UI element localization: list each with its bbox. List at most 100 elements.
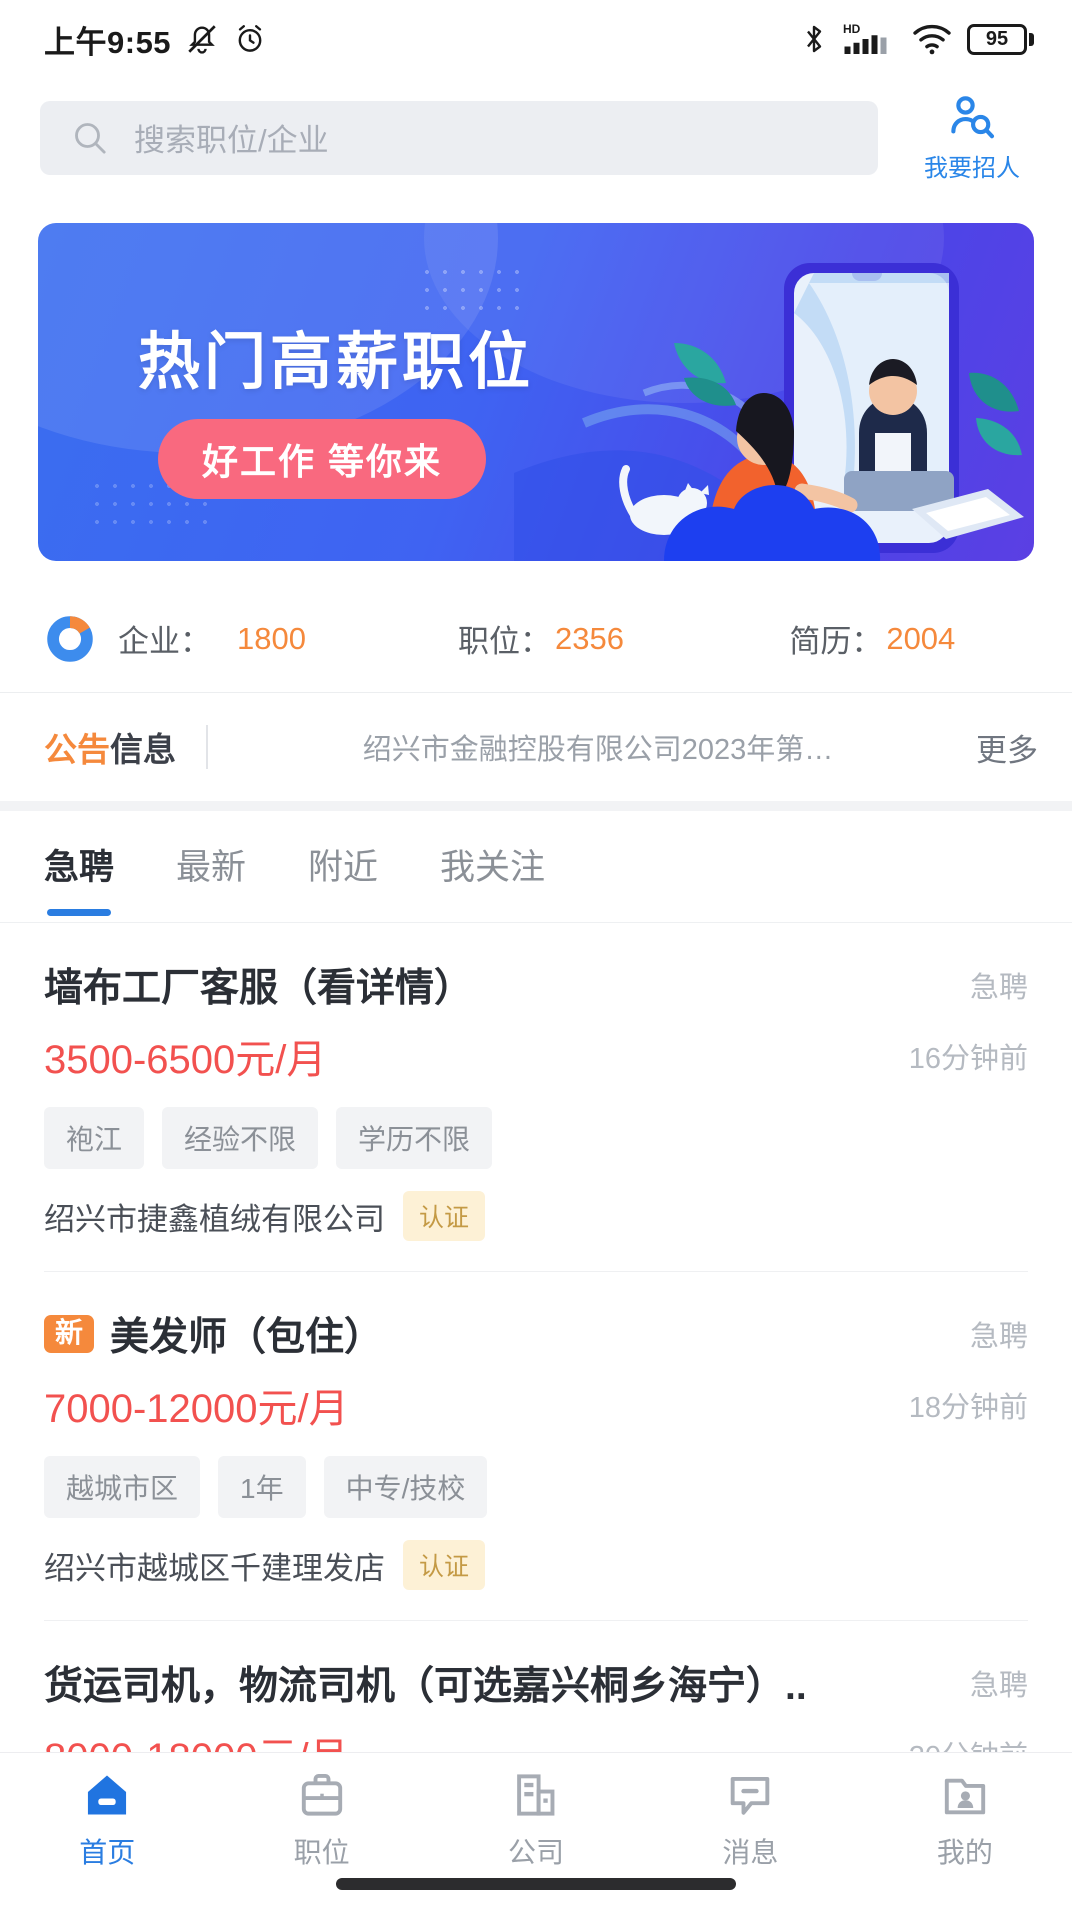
- banner-cta-pill[interactable]: 好工作 等你来: [158, 419, 486, 499]
- tab-latest-label: 最新: [176, 839, 246, 890]
- tab-following-label: 我关注: [440, 839, 545, 890]
- signal-icon: HD: [843, 21, 897, 57]
- tab-latest[interactable]: 最新: [176, 811, 246, 922]
- app-screen: 上午9:55 HD: [0, 0, 1072, 1912]
- job-tag: 1年: [218, 1456, 306, 1518]
- search-header: 搜索职位/企业 我要招人: [0, 78, 1072, 209]
- stat-jobs-value: 2356: [555, 621, 624, 657]
- announcement-text[interactable]: 绍兴市金融控股有限公司2023年第…: [238, 726, 958, 768]
- nav-item-home[interactable]: 首页: [0, 1769, 214, 1871]
- stat-resumes-label: 简历：: [789, 616, 882, 661]
- building-icon: [509, 1769, 563, 1821]
- nav-item-jobs[interactable]: 职位: [214, 1769, 428, 1871]
- svg-text:HD: HD: [843, 22, 861, 36]
- job-company: 绍兴市越城区千建理发店: [44, 1543, 385, 1588]
- bottom-nav: 首页 职位 公司 消息: [0, 1752, 1072, 1912]
- job-title: 墙布工厂客服（看详情）: [44, 957, 473, 1013]
- job-tag: 袍江: [44, 1107, 144, 1169]
- status-bar: 上午9:55 HD: [0, 0, 1072, 78]
- job-tags: 越城市区 1年 中专/技校: [44, 1456, 1028, 1518]
- status-time: 上午9:55: [44, 17, 171, 62]
- bluetooth-icon: [799, 21, 829, 57]
- recruit-label: 我要招人: [924, 148, 1020, 183]
- job-card[interactable]: 新 美发师（包住） 急聘 7000-12000元/月 18分钟前 越城市区 1年…: [44, 1272, 1028, 1621]
- stat-companies: 企业： 1800: [44, 613, 375, 665]
- home-icon: [80, 1769, 134, 1821]
- job-urgent-flag: 急聘: [970, 1313, 1028, 1355]
- search-icon: [70, 118, 110, 158]
- job-title-wrap: 墙布工厂客服（看详情）: [44, 957, 956, 1013]
- banner-cta-label: 好工作 等你来: [202, 441, 442, 482]
- tab-following[interactable]: 我关注: [440, 811, 545, 922]
- nav-label-messages: 消息: [722, 1831, 778, 1871]
- job-title-row: 货运司机，物流司机（可选嘉兴桐乡海宁）.. 急聘: [44, 1655, 1028, 1711]
- job-tag: 越城市区: [44, 1456, 200, 1518]
- nav-label-home: 首页: [79, 1831, 135, 1871]
- job-title-wrap: 新 美发师（包住）: [44, 1306, 956, 1362]
- job-tag: 经验不限: [162, 1107, 318, 1169]
- job-title-row: 墙布工厂客服（看详情） 急聘: [44, 957, 1028, 1013]
- job-post-time: 16分钟前: [909, 1035, 1028, 1077]
- stat-resumes: 简历：2004: [707, 616, 1038, 661]
- job-salary-row: 7000-12000元/月 18分钟前: [44, 1376, 1028, 1434]
- stat-jobs-label: 职位：: [458, 616, 551, 661]
- verified-badge: 认证: [403, 1191, 485, 1241]
- job-card[interactable]: 墙布工厂客服（看详情） 急聘 3500-6500元/月 16分钟前 袍江 经验不…: [44, 923, 1028, 1272]
- job-tag: 中专/技校: [324, 1456, 488, 1518]
- mute-icon: [185, 22, 219, 56]
- announcement-tag: 公告信息: [44, 723, 176, 771]
- job-title-row: 新 美发师（包住） 急聘: [44, 1306, 1028, 1362]
- chat-icon: [723, 1769, 777, 1821]
- job-urgent-flag: 急聘: [970, 964, 1028, 1006]
- banner-dot-grid-top: [418, 263, 528, 317]
- job-title-wrap: 货运司机，物流司机（可选嘉兴桐乡海宁）..: [44, 1655, 956, 1711]
- nav-label-jobs: 职位: [294, 1831, 350, 1871]
- nav-item-profile[interactable]: 我的: [858, 1769, 1072, 1871]
- banner-title: 热门高薪职位: [138, 311, 534, 401]
- job-tabs: 急聘 最新 附近 我关注: [0, 811, 1072, 923]
- tab-nearby[interactable]: 附近: [308, 811, 378, 922]
- stats-row: 企业： 1800 职位：2356 简历：2004: [0, 585, 1072, 693]
- battery-icon: 95: [967, 24, 1034, 55]
- recruit-button[interactable]: 我要招人: [902, 92, 1042, 183]
- search-input[interactable]: 搜索职位/企业: [40, 101, 878, 175]
- tab-urgent[interactable]: 急聘: [44, 811, 114, 922]
- announcement-bar: 公告信息 绍兴市金融控股有限公司2023年第… 更多: [0, 693, 1072, 811]
- profile-icon: [938, 1769, 992, 1821]
- alarm-icon: [233, 22, 267, 56]
- promo-banner[interactable]: 热门高薪职位 好工作 等你来: [38, 223, 1034, 561]
- job-salary-row: 3500-6500元/月 16分钟前: [44, 1027, 1028, 1085]
- job-urgent-flag: 急聘: [970, 1662, 1028, 1704]
- job-company-row: 绍兴市越城区千建理发店 认证: [44, 1540, 1028, 1590]
- tab-urgent-label: 急聘: [44, 839, 114, 890]
- announcement-more-link[interactable]: 更多: [976, 725, 1038, 770]
- search-placeholder: 搜索职位/企业: [134, 115, 329, 160]
- job-post-time: 18分钟前: [909, 1384, 1028, 1426]
- stat-jobs: 职位：2356: [375, 616, 706, 661]
- stat-resumes-value: 2004: [886, 621, 955, 657]
- verified-badge: 认证: [403, 1540, 485, 1590]
- wifi-icon: [911, 22, 953, 56]
- nav-item-messages[interactable]: 消息: [643, 1769, 857, 1871]
- announcement-tag-rest: 信息: [110, 731, 176, 768]
- battery-percent: 95: [986, 28, 1008, 51]
- job-tags: 袍江 经验不限 学历不限: [44, 1107, 1028, 1169]
- tab-nearby-label: 附近: [308, 839, 378, 890]
- status-bar-right: HD 95: [799, 21, 1034, 57]
- nav-label-profile: 我的: [937, 1831, 993, 1871]
- job-title: 货运司机，物流司机（可选嘉兴桐乡海宁）..: [44, 1655, 807, 1711]
- banner-illustration: [514, 223, 1034, 561]
- stat-companies-value: 1800: [237, 621, 306, 657]
- job-list: 墙布工厂客服（看详情） 急聘 3500-6500元/月 16分钟前 袍江 经验不…: [0, 923, 1072, 1897]
- donut-chart-icon: [44, 613, 96, 665]
- announcement-divider: [206, 725, 208, 769]
- job-title: 美发师（包住）: [110, 1306, 383, 1362]
- banner-section: 热门高薪职位 好工作 等你来: [0, 209, 1072, 585]
- home-indicator: [336, 1878, 736, 1890]
- status-bar-left: 上午9:55: [44, 17, 267, 62]
- nav-item-companies[interactable]: 公司: [429, 1769, 643, 1871]
- job-tag: 学历不限: [336, 1107, 492, 1169]
- nav-label-companies: 公司: [508, 1831, 564, 1871]
- stat-companies-label: 企业：: [118, 616, 211, 661]
- briefcase-icon: [295, 1769, 349, 1821]
